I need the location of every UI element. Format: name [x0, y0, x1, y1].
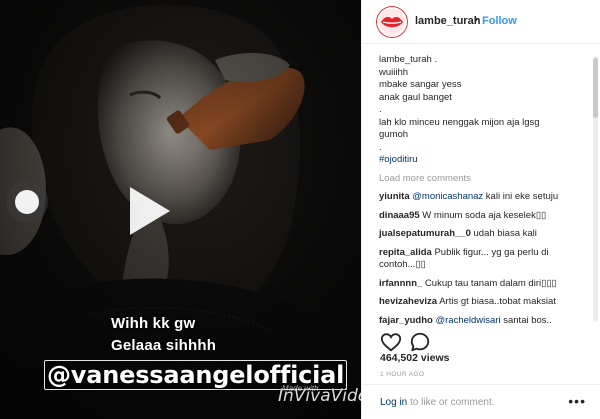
caption-line: .	[379, 141, 382, 153]
comment-item: hevizaheviza Artis gt biasa..tobat maksi…	[379, 296, 594, 309]
view-count: 464,502 views	[380, 352, 450, 364]
vivavideo-watermark: InVivaVideo	[278, 386, 361, 406]
comment-item: jualsepatumurah__0 udah biasa kali	[379, 228, 594, 241]
hashtag-link[interactable]: #ojoditiru	[379, 154, 594, 167]
video-caption-line-1: Wihh kk gw	[111, 315, 196, 332]
watermark-brand: VivaVideo	[293, 386, 361, 406]
comment-text: Artis gt biasa..tobat maksiat	[437, 296, 556, 307]
caption-line: wuiiihh	[379, 66, 409, 78]
follow-button[interactable]: Follow	[482, 15, 517, 27]
side-indicator-icon	[6, 181, 48, 223]
comment-username[interactable]: yiunita	[379, 191, 410, 202]
caption-line: lambe_turah .	[379, 54, 438, 65]
comment-item: fajar_yudho @racheldwisari santai bos..	[379, 315, 594, 327]
comment-username[interactable]: jualsepatumurah__0	[379, 228, 471, 239]
post-header: lambe_turah • Follow	[362, 0, 600, 44]
video-player[interactable]: Wihh kk gw Gelaaa sihhhh @vanessaangelof…	[0, 0, 361, 419]
post-side-panel: lambe_turah • Follow lambe_turah . wuiii…	[361, 0, 600, 419]
comment-item: yiunita @monicashanaz kali ini eke setuj…	[379, 191, 594, 204]
post-caption: lambe_turah . wuiiihh mbake sangar yess …	[379, 54, 594, 167]
comment-item: dinaaa95 W minum soda aja keselek▯▯	[379, 210, 594, 223]
divider	[362, 384, 600, 385]
caption-line: .	[379, 104, 382, 115]
login-prompt: Log in to like or comment.	[380, 397, 495, 408]
comments-scrollbar[interactable]	[593, 56, 598, 322]
comment-username[interactable]: dinaaa95	[379, 210, 420, 221]
post-actions	[380, 331, 440, 353]
post-timestamp: 1 HOUR AGO	[380, 371, 425, 378]
comment-username[interactable]: hevizaheviza	[379, 296, 437, 307]
comment-mention[interactable]: @racheldwisari	[436, 315, 501, 326]
comment-mention[interactable]: @monicashanaz	[412, 191, 483, 202]
avatar[interactable]	[376, 6, 408, 38]
heart-icon[interactable]	[380, 331, 402, 353]
more-options-icon[interactable]: •••	[568, 393, 586, 409]
load-more-comments-button[interactable]: Load more comments	[379, 173, 594, 186]
caption-line: gumoh	[379, 129, 409, 140]
comment-text: Cukup tau tanam dalam diri▯▯▯	[422, 277, 557, 289]
comment-username[interactable]: irfannnn_	[379, 278, 422, 289]
comment-item: irfannnn_ Cukup tau tanam dalam diri▯▯▯	[379, 278, 594, 291]
video-frame	[0, 0, 361, 419]
comment-username[interactable]: fajar_yudho	[379, 315, 433, 326]
play-icon[interactable]	[118, 181, 178, 241]
comment-text: udah biasa kali	[470, 228, 537, 239]
caption-line: anak gaul banget	[379, 91, 452, 103]
watermark-prefix: In	[278, 386, 294, 406]
caption-line: lah klo minceu nenggak mijon aja lgsg	[379, 116, 540, 128]
header-separator: •	[474, 14, 478, 26]
lips-logo-icon	[376, 6, 408, 38]
comment-text: W minum soda aja keselek▯▯	[419, 209, 547, 221]
comment-item: repita_alida Publik figur... yg ga perlu…	[379, 247, 594, 272]
login-prompt-text: to like or comment.	[407, 397, 495, 408]
comment-text: kali ini eke setuju	[483, 191, 559, 202]
login-link[interactable]: Log in	[380, 397, 407, 408]
caption-line: mbake sangar yess	[379, 79, 462, 90]
comment-icon[interactable]	[409, 331, 431, 353]
header-username[interactable]: lambe_turah	[415, 15, 480, 27]
scrollbar-thumb[interactable]	[593, 58, 598, 118]
comment-username[interactable]: repita_alida	[379, 247, 432, 258]
comment-text: santai bos..	[500, 314, 552, 326]
comments-list[interactable]: lambe_turah . wuiiihh mbake sangar yess …	[362, 54, 594, 326]
video-caption-line-2: Gelaaa sihhhh	[111, 337, 217, 354]
